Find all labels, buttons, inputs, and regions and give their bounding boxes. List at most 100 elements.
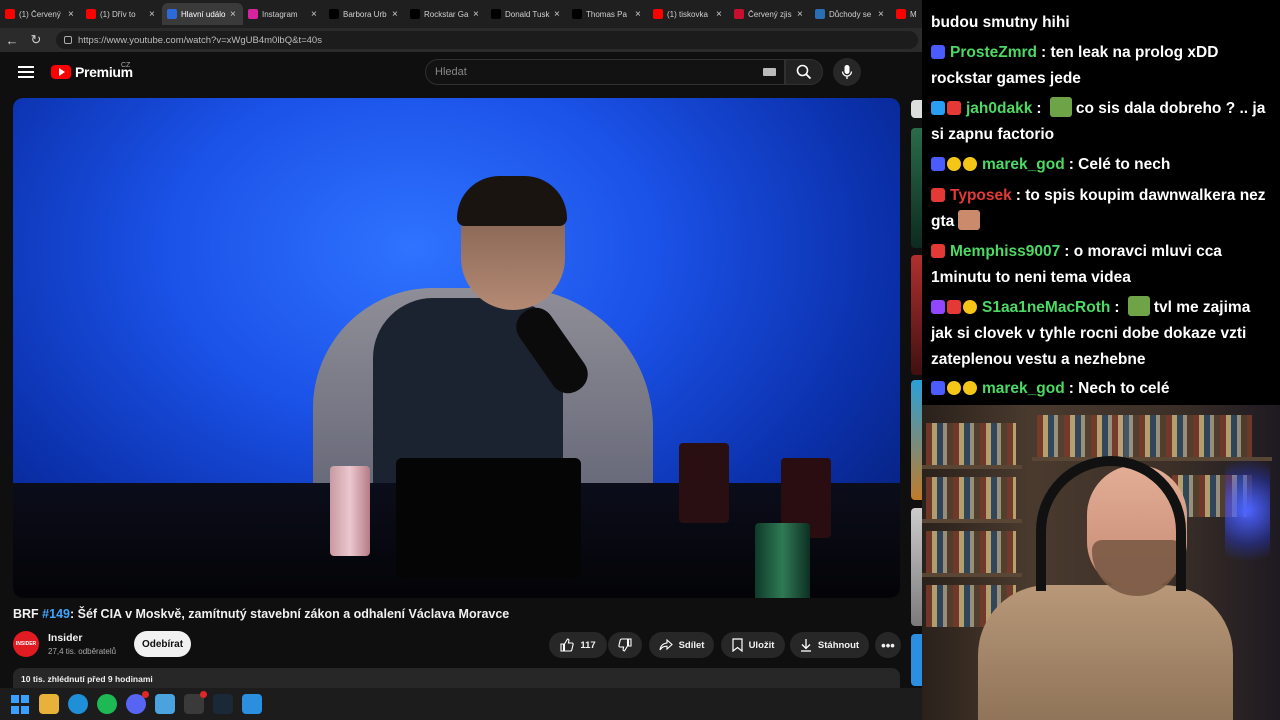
chat-badge-icon[interactable] [931,300,945,314]
search-input[interactable]: Hledat [425,59,785,85]
tab-close-icon[interactable]: × [311,9,319,20]
browser-tab[interactable]: (1) Dřív to × [81,3,162,25]
chat-badge-icon[interactable] [931,157,945,171]
channel-name[interactable]: Insider [48,632,82,644]
chat-emote-icon[interactable] [958,210,981,230]
tab-strip: (1) Červený × (1) Dřív to × Hlavní událo × Ins… [0,0,922,28]
description-box[interactable]: 10 tis. zhlédnutí před 9 hodinami [13,668,900,690]
tab-label: M [910,9,917,19]
tab-close-icon[interactable]: × [392,9,400,20]
recommendation-thumbnail[interactable] [911,380,922,500]
photos-icon[interactable] [242,694,262,714]
channel-avatar[interactable]: INSIDER [13,631,39,657]
save-button[interactable]: Uložit [721,632,785,658]
file-explorer-icon[interactable] [39,694,59,714]
chat-username[interactable]: ProsteZmrd [950,44,1037,61]
chat-badges [931,381,977,395]
view-stats: 10 tis. zhlédnutí před 9 hodinami [21,674,153,684]
recommendation-thumbnail[interactable] [911,100,922,118]
notification-badge [142,691,149,698]
tab-close-icon[interactable]: × [716,9,724,20]
chat-username[interactable]: marek_god [982,380,1065,397]
browser-tab[interactable]: (1) tiskovka × [648,3,729,25]
chat-badge-icon[interactable] [963,300,977,314]
tab-favicon-icon [653,9,663,19]
browser-tab[interactable]: M× [891,3,922,25]
chat-badge-icon[interactable] [947,101,961,115]
recommendation-thumbnail[interactable] [911,634,922,686]
voice-search-button[interactable] [833,58,861,86]
chat-username[interactable]: Memphiss9007 [950,243,1060,260]
tab-label: Donald Tusk [505,9,550,19]
windows-start-icon[interactable] [10,694,30,714]
address-bar: ← ↻ https://www.youtube.com/watch?v=xWgU… [0,28,922,52]
spotify-icon[interactable] [97,694,117,714]
video-hashtag[interactable]: #149 [42,607,70,621]
tab-close-icon[interactable]: × [149,9,157,20]
tab-close-icon[interactable]: × [68,9,76,20]
reload-icon[interactable]: ↻ [24,28,48,52]
tab-favicon-icon [167,9,177,19]
chat-badge-icon[interactable] [931,381,945,395]
share-label: Sdílet [678,639,705,651]
chat-username[interactable]: jah0dakk [966,100,1032,117]
tab-close-icon[interactable]: × [473,9,481,20]
recommendation-thumbnail[interactable] [911,255,922,375]
chat-badge-icon[interactable] [931,244,945,258]
notepad-icon[interactable] [155,694,175,714]
back-icon[interactable]: ← [0,28,24,52]
download-label: Stáhnout [817,639,860,651]
obs-icon[interactable] [184,691,207,714]
channel-avatar-text: INSIDER [15,641,37,647]
steam-icon[interactable] [213,694,233,714]
menu-icon[interactable] [18,66,34,78]
share-button[interactable]: Sdílet [649,632,714,658]
browser-tab[interactable]: Donald Tusk × [486,3,567,25]
chat-emote-icon[interactable] [1127,296,1150,316]
discord-icon[interactable] [126,691,149,714]
browser-tab[interactable]: Důchody se × [810,3,891,25]
chat-separator: : [1114,299,1124,316]
browser-tab[interactable]: Thomas Pa × [567,3,648,25]
tab-close-icon[interactable]: × [878,9,886,20]
like-button[interactable]: 117 [549,632,607,658]
tab-close-icon[interactable]: × [635,9,643,20]
browser-tab[interactable]: Červený zjis × [729,3,810,25]
browser-tab[interactable]: Instagram × [243,3,324,25]
chat-badge-icon[interactable] [931,101,945,115]
streamer-shirt [978,585,1233,720]
edge-browser-icon[interactable] [68,694,88,714]
chat-badge-icon[interactable] [947,157,961,171]
more-actions-button[interactable]: ••• [875,632,901,658]
browser-tab[interactable]: Rockstar Ga × [405,3,486,25]
browser-tab[interactable]: Barbora Urb × [324,3,405,25]
keyboard-icon[interactable] [763,68,776,76]
chat-text: Nech to celé [1078,380,1170,397]
chat-username[interactable]: Typosek [950,187,1012,204]
video-player[interactable] [13,98,900,598]
tab-label: (1) tiskovka [667,9,708,19]
url-field[interactable]: https://www.youtube.com/watch?v=xWgUB4m0… [56,31,918,49]
chat-username[interactable]: marek_god [982,156,1065,173]
chat-username[interactable]: S1aa1neMacRoth [982,299,1110,316]
dislike-button[interactable] [608,632,642,658]
subscribe-button[interactable]: Odebírat [134,631,191,657]
site-info-icon[interactable] [64,36,72,44]
chat-emote-icon[interactable] [1049,97,1072,117]
chat-badge-icon[interactable] [931,188,945,202]
download-button[interactable]: Stáhnout [790,632,869,658]
tab-close-icon[interactable]: × [797,9,805,20]
chat-badge-icon[interactable] [963,157,977,171]
chat-badge-icon[interactable] [963,381,977,395]
chat-badge-icon[interactable] [947,300,961,314]
browser-tab[interactable]: (1) Červený × [0,3,81,25]
tab-close-icon[interactable]: × [230,9,238,20]
chat-text: Celé to nech [1078,156,1171,173]
chat-badge-icon[interactable] [947,381,961,395]
recommendation-thumbnail[interactable] [911,508,922,626]
browser-tab[interactable]: Hlavní událo × [162,3,243,25]
chat-badge-icon[interactable] [931,45,945,59]
recommendation-thumbnail[interactable] [911,128,922,248]
search-button[interactable] [785,59,823,85]
tab-close-icon[interactable]: × [554,9,562,20]
